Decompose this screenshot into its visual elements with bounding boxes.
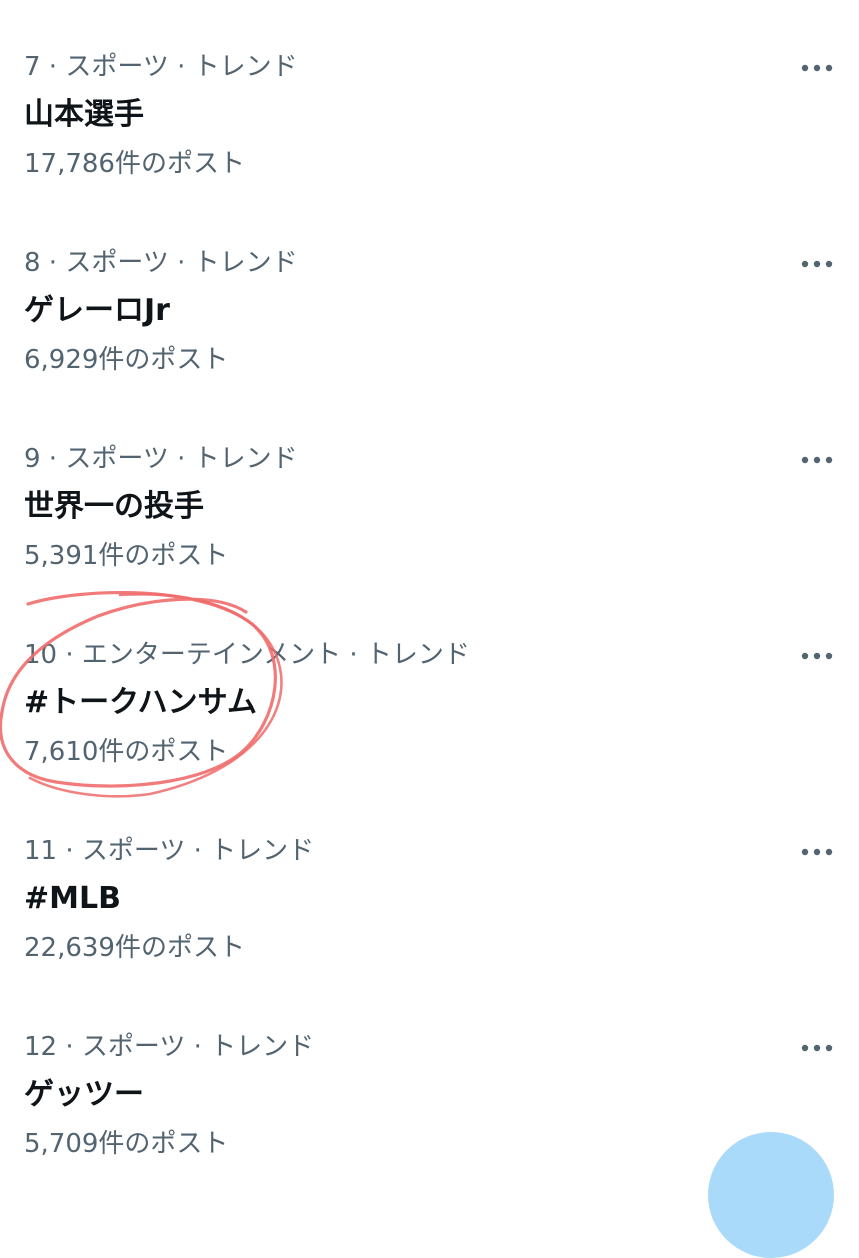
more-dots-icon <box>801 1044 833 1052</box>
trend-meta: 8 · スポーツ · トレンド <box>24 248 298 278</box>
more-dots-icon <box>801 652 833 660</box>
trend-post-count: 7,610件のポスト <box>24 737 229 767</box>
more-options-button[interactable] <box>797 252 837 276</box>
trend-meta: 12 · スポーツ · トレンド <box>24 1032 315 1062</box>
more-options-button[interactable] <box>797 644 837 668</box>
trend-post-count: 5,709件のポスト <box>24 1129 229 1159</box>
trend-post-count: 6,929件のポスト <box>24 345 229 375</box>
trend-post-count: 22,639件のポスト <box>24 933 245 963</box>
trend-item[interactable]: 8 · スポーツ · トレンド ゲレーロJr 6,929件のポスト <box>0 196 859 392</box>
trend-item[interactable]: 7 · スポーツ · トレンド 山本選手 17,786件のポスト <box>0 0 859 196</box>
trend-title: ゲレーロJr <box>24 293 170 328</box>
trend-title: #トークハンサム <box>24 685 258 720</box>
trend-title: #MLB <box>24 881 121 916</box>
trend-meta: 10 · エンターテインメント · トレンド <box>24 640 470 670</box>
more-options-button[interactable] <box>797 56 837 80</box>
trend-meta: 7 · スポーツ · トレンド <box>24 52 298 82</box>
more-dots-icon <box>801 64 833 72</box>
trend-post-count: 17,786件のポスト <box>24 149 245 179</box>
trend-title: ゲッツー <box>24 1077 144 1112</box>
more-options-button[interactable] <box>797 840 837 864</box>
more-options-button[interactable] <box>797 448 837 472</box>
trend-post-count: 5,391件のポスト <box>24 541 229 571</box>
more-dots-icon <box>801 848 833 856</box>
trend-item[interactable]: 11 · スポーツ · トレンド #MLB 22,639件のポスト <box>0 784 859 980</box>
compose-fab-button[interactable] <box>708 1132 834 1258</box>
more-dots-icon <box>801 260 833 268</box>
trend-title: 世界一の投手 <box>24 489 204 524</box>
trend-item[interactable]: 9 · スポーツ · トレンド 世界一の投手 5,391件のポスト <box>0 392 859 588</box>
trend-meta: 11 · スポーツ · トレンド <box>24 836 315 866</box>
trend-title: 山本選手 <box>24 97 144 132</box>
trend-item[interactable]: 10 · エンターテインメント · トレンド #トークハンサム 7,610件のポ… <box>0 588 859 784</box>
more-dots-icon <box>801 456 833 464</box>
trend-list: 7 · スポーツ · トレンド 山本選手 17,786件のポスト 8 · スポー… <box>0 0 859 1200</box>
trend-meta: 9 · スポーツ · トレンド <box>24 444 298 474</box>
more-options-button[interactable] <box>797 1036 837 1060</box>
